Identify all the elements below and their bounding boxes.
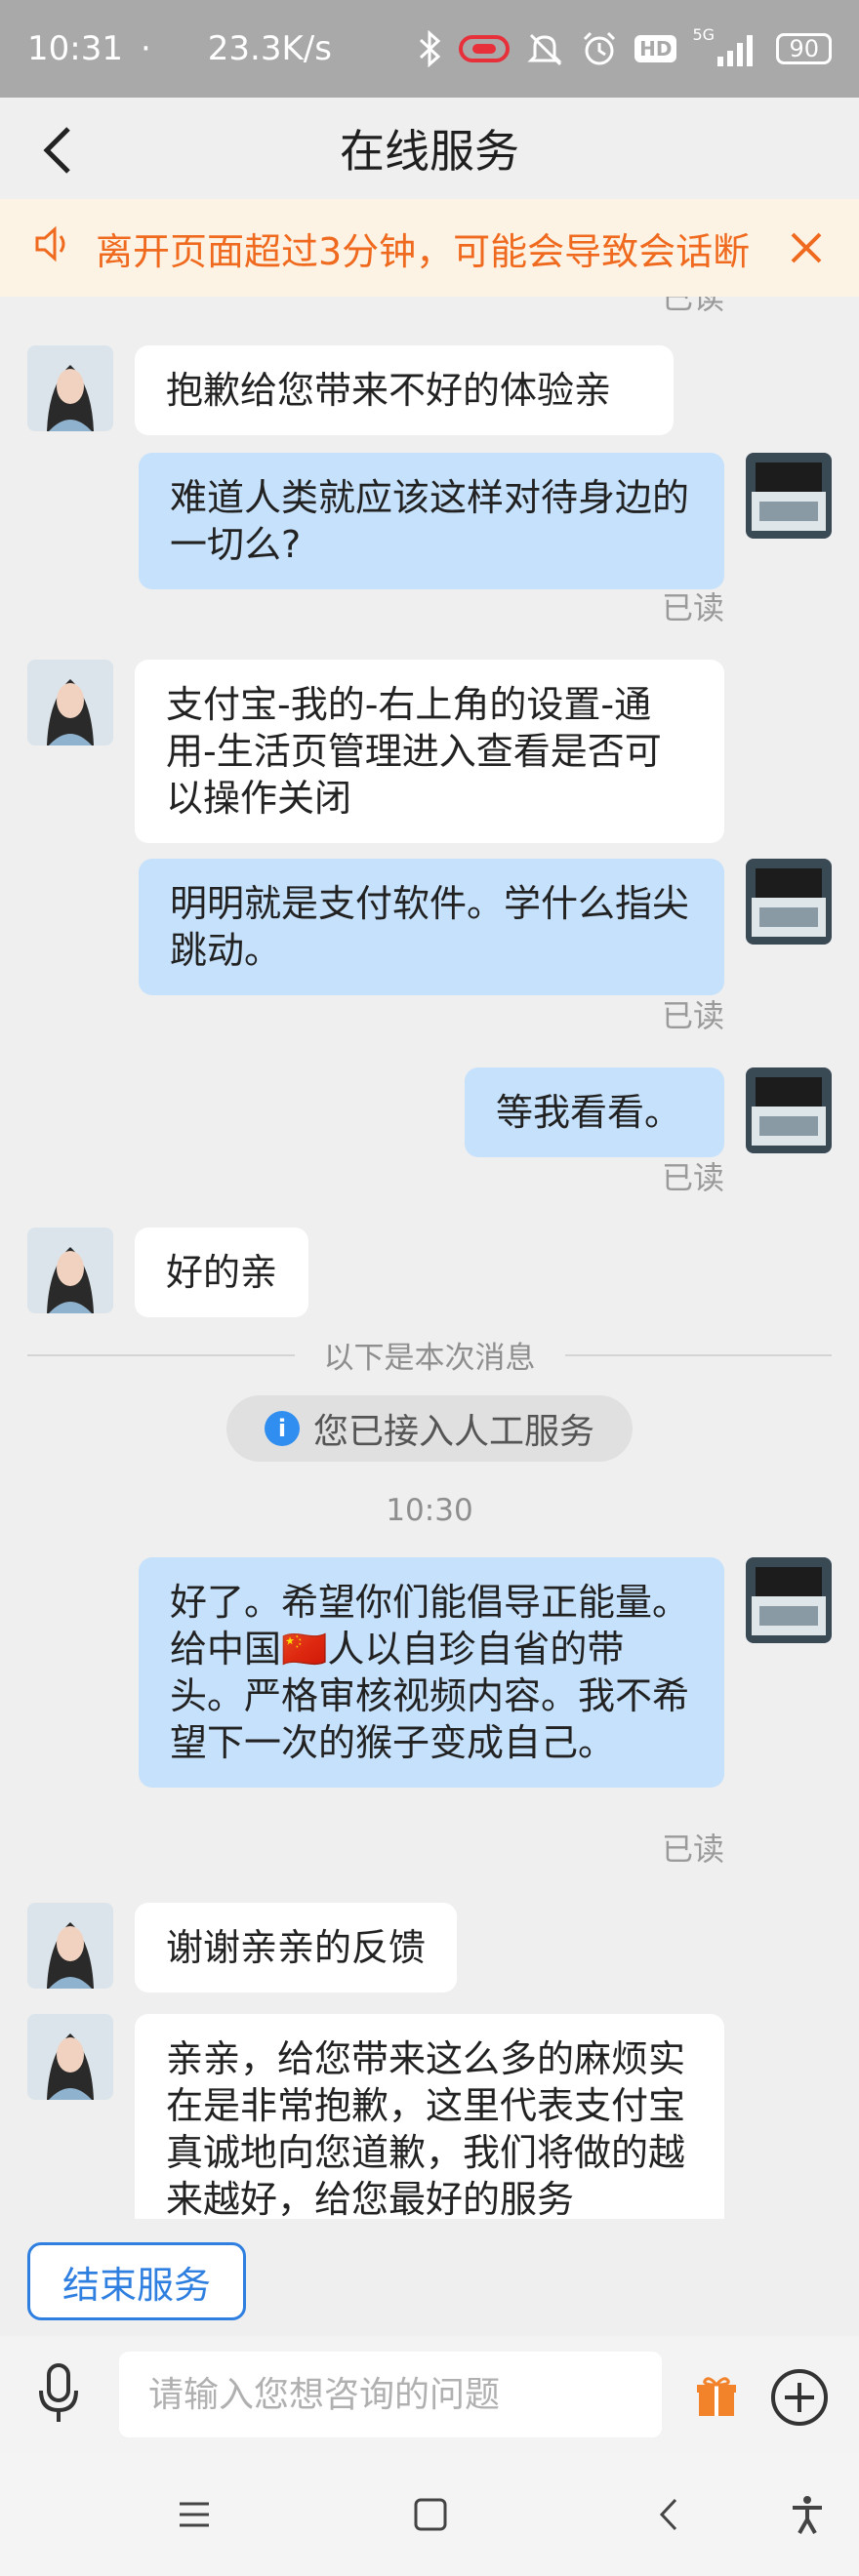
status-time: 10:31 <box>27 29 123 68</box>
read-status: 已读 <box>661 1831 724 1868</box>
user-message: 好了。希望你们能倡导正能量。给中国🇨🇳人以自珍自省的带头。严格审核视频内容。我不… <box>139 1557 724 1788</box>
user-message: 明明就是支付软件。学什么指尖跳动。 <box>139 859 724 995</box>
alarm-icon <box>580 29 619 68</box>
system-notice: i 您已接入人工服务 <box>226 1395 633 1462</box>
read-status: 已读 <box>661 997 724 1034</box>
agent-message: 好的亲 <box>135 1228 309 1317</box>
gift-icon[interactable] <box>695 2375 738 2418</box>
notice-bar: 离开页面超过3分钟，可能会导致会话断 <box>0 199 859 297</box>
chevron-left-icon <box>43 127 70 174</box>
message-input[interactable] <box>119 2352 662 2437</box>
agent-avatar[interactable] <box>27 1903 113 1989</box>
page-title: 在线服务 <box>340 125 519 178</box>
user-avatar[interactable] <box>746 1557 832 1643</box>
info-icon: i <box>264 1411 300 1446</box>
status-dot: · <box>140 29 151 68</box>
agent-message: 亲亲，给您带来这么多的麻烦实在是非常抱歉，这里代表支付宝真诚地向您道歉，我们将做… <box>135 2014 724 2219</box>
system-notice-text: 您已接入人工服务 <box>312 1412 594 1452</box>
network-speed: 23.3K/s <box>207 29 332 68</box>
user-message: 难道人类就应该这样对待身边的一切么? <box>139 453 724 589</box>
agent-message: 支付宝-我的-右上角的设置-通用-生活页管理进入查看是否可以操作关闭 <box>135 660 724 843</box>
hd-icon: HD <box>634 35 677 62</box>
mute-icon <box>525 29 564 68</box>
system-nav-bar <box>0 2453 859 2576</box>
back-nav-icon[interactable] <box>650 2494 691 2535</box>
home-icon[interactable] <box>410 2494 451 2535</box>
read-status: 已读 <box>661 589 724 626</box>
battery-icon: 90 <box>776 33 832 64</box>
agent-avatar[interactable] <box>27 2014 113 2100</box>
agent-avatar[interactable] <box>27 660 113 745</box>
end-service-button[interactable]: 结束服务 <box>27 2242 246 2320</box>
timestamp: 10:30 <box>386 1493 473 1528</box>
notice-text: 离开页面超过3分钟，可能会导致会话断 <box>96 229 751 273</box>
agent-message: 谢谢亲亲的反馈 <box>135 1903 458 1992</box>
speaker-icon <box>33 224 76 272</box>
read-status: 已读 <box>661 1159 724 1196</box>
signal-icon: 5G <box>692 25 760 68</box>
header: 在线服务 <box>0 98 859 199</box>
microphone-icon[interactable] <box>37 2363 80 2424</box>
close-icon[interactable] <box>787 228 826 267</box>
user-avatar[interactable] <box>746 453 832 539</box>
user-message: 等我看看。 <box>465 1067 724 1157</box>
input-bar <box>0 2336 859 2453</box>
bluetooth-icon <box>418 30 443 67</box>
history-divider: 以下是本次消息 <box>27 1333 832 1377</box>
agent-message: 抱歉给您带来不好的体验亲 <box>135 345 674 435</box>
add-icon[interactable] <box>771 2369 828 2426</box>
read-status: 已读 <box>661 297 724 316</box>
chat-area[interactable]: 已读 抱歉给您带来不好的体验亲 难道人类就应该这样对待身边的一切么? 已读 支付… <box>0 297 859 2219</box>
menu-icon[interactable] <box>174 2494 215 2535</box>
link-icon <box>459 33 511 64</box>
status-bar: 10:31 · 23.3K/s HD 5G 90 <box>0 0 859 98</box>
accessibility-icon[interactable] <box>787 2494 828 2535</box>
back-button[interactable] <box>35 125 82 176</box>
user-avatar[interactable] <box>746 859 832 945</box>
user-avatar[interactable] <box>746 1067 832 1153</box>
agent-avatar[interactable] <box>27 1228 113 1313</box>
divider-label: 以下是本次消息 <box>323 1341 536 1376</box>
agent-avatar[interactable] <box>27 345 113 431</box>
